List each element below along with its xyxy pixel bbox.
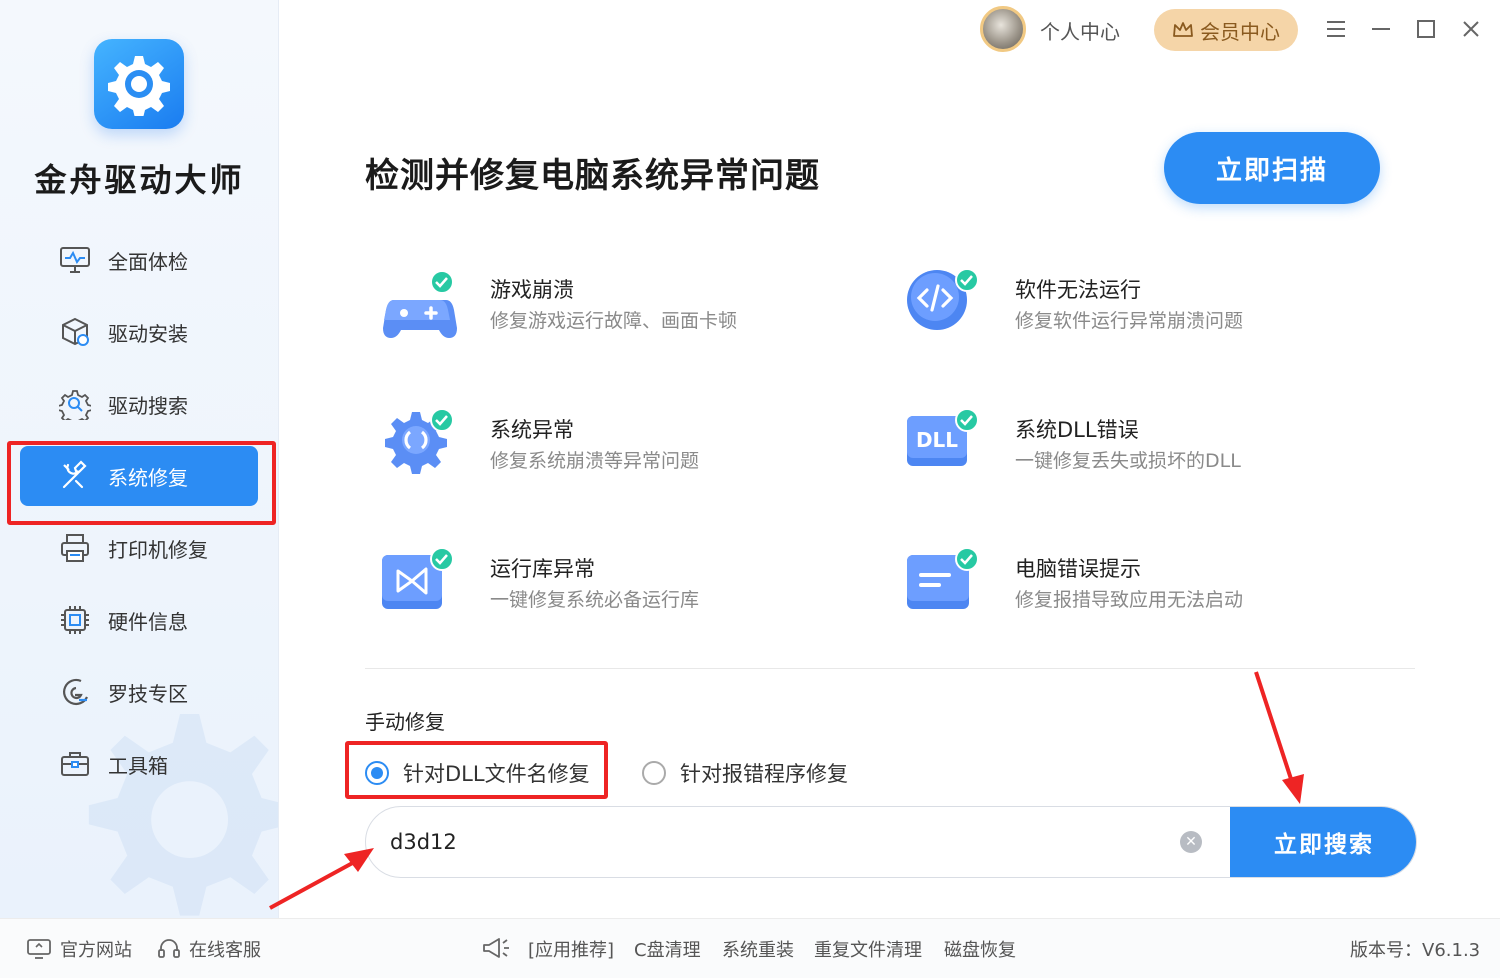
monitor-icon — [27, 939, 51, 959]
headset-icon — [158, 939, 180, 958]
sidebar-item-logitech[interactable]: 罗技专区 — [20, 662, 258, 722]
feature-title: 系统DLL错误 — [1015, 418, 1139, 442]
sidebar-item-label: 工具箱 — [108, 753, 168, 778]
dll-search-input[interactable] — [366, 807, 1230, 877]
sidebar-item-hardware-info[interactable]: 硬件信息 — [20, 590, 258, 650]
sidebar-item-label: 驱动搜索 — [108, 393, 188, 418]
online-support-label: 在线客服 — [189, 940, 261, 961]
annotation-arrow-to-search-button — [1254, 671, 1304, 804]
feature-desc: 一键修复系统必备运行库 — [490, 589, 700, 611]
error-message-icon — [907, 549, 979, 609]
sidebar-item-label: 驱动安装 — [108, 321, 188, 346]
crown-icon — [1173, 22, 1193, 37]
footer-link-c-drive-clean[interactable]: C盘清理 — [634, 936, 701, 962]
printer-icon — [58, 531, 92, 565]
gear-search-icon — [58, 387, 92, 421]
official-website-label: 官方网站 — [60, 940, 132, 961]
dll-search-box: ✕ 立即搜索 — [365, 806, 1417, 878]
avatar[interactable] — [980, 6, 1026, 52]
minimize-icon[interactable] — [1368, 16, 1394, 42]
chip-icon — [58, 603, 92, 637]
feature-dll-error[interactable]: DLL 系统DLL错误 一键修复丢失或损坏的DLL — [905, 410, 1385, 500]
sidebar-item-label: 硬件信息 — [108, 609, 188, 634]
sidebar-item-toolbox[interactable]: 工具箱 — [20, 734, 258, 794]
gear-logo-icon — [108, 56, 170, 116]
radio-label: 针对报错程序修复 — [680, 762, 848, 786]
feature-desc: 修复系统崩溃等异常问题 — [490, 450, 700, 472]
radio-dll-filename[interactable]: 针对DLL文件名修复 — [365, 758, 590, 788]
footer-link-duplicate-file-clean[interactable]: 重复文件清理 — [814, 936, 922, 962]
feature-title: 软件无法运行 — [1015, 278, 1141, 302]
clear-input-icon[interactable]: ✕ — [1180, 831, 1202, 853]
gamepad-icon — [383, 270, 457, 338]
feature-title: 游戏崩溃 — [490, 278, 574, 302]
sidebar: 金舟驱动大师 全面体检 驱动安装 驱动搜索 系统修复 打印机修复 硬件信息 罗技… — [0, 0, 279, 918]
divider — [365, 668, 1415, 669]
radio-label: 针对DLL文件名修复 — [403, 762, 590, 786]
feature-desc: 修复游戏运行故障、画面卡顿 — [490, 310, 738, 332]
sidebar-item-printer-repair[interactable]: 打印机修复 — [20, 518, 258, 578]
sidebar-item-label: 系统修复 — [108, 465, 188, 490]
vip-center-label: 会员中心 — [1200, 19, 1280, 44]
close-icon[interactable] — [1458, 16, 1484, 42]
radio-selected-indicator — [365, 761, 389, 785]
radio-unselected-indicator — [642, 761, 666, 785]
sidebar-item-label: 打印机修复 — [108, 537, 208, 562]
footer-link-system-reinstall[interactable]: 系统重装 — [722, 936, 794, 962]
feature-game-crash[interactable]: 游戏崩溃 修复游戏运行故障、画面卡顿 — [380, 270, 860, 360]
sidebar-item-system-repair[interactable]: 系统修复 — [20, 446, 258, 506]
feature-system-error[interactable]: 系统异常 修复系统崩溃等异常问题 — [380, 410, 860, 500]
personal-center-link[interactable]: 个人中心 — [1040, 16, 1120, 45]
toolbox-icon — [58, 747, 92, 781]
logitech-icon — [58, 675, 92, 709]
scan-now-button[interactable]: 立即扫描 — [1164, 132, 1380, 204]
search-now-button[interactable]: 立即搜索 — [1230, 807, 1416, 877]
sidebar-nav: 全面体检 驱动安装 驱动搜索 系统修复 打印机修复 硬件信息 罗技专区 工具箱 — [20, 230, 258, 806]
footer: 官方网站 在线客服 [应用推荐] C盘清理 系统重装 重复文件清理 磁盘恢复 版… — [0, 918, 1500, 978]
radio-error-program[interactable]: 针对报错程序修复 — [642, 758, 848, 788]
app-title: 金舟驱动大师 — [34, 161, 245, 199]
version-label: 版本号：V6.1.3 — [1350, 940, 1481, 961]
page-title: 检测并修复电脑系统异常问题 — [365, 156, 820, 196]
online-support-link[interactable]: 在线客服 — [157, 936, 261, 962]
package-gear-icon — [58, 315, 92, 349]
footer-link-disk-recovery[interactable]: 磁盘恢复 — [944, 936, 1016, 962]
menu-icon[interactable] — [1323, 16, 1349, 42]
feature-desc: 一键修复丢失或损坏的DLL — [1015, 450, 1241, 472]
sidebar-item-label: 全面体检 — [108, 249, 188, 274]
manual-repair-label: 手动修复 — [365, 710, 445, 734]
feature-desc: 修复软件运行异常崩溃问题 — [1015, 310, 1244, 332]
feature-desc: 修复报措导致应用无法启动 — [1015, 589, 1244, 611]
megaphone-icon — [480, 936, 512, 960]
sidebar-item-label: 罗技专区 — [108, 681, 188, 706]
feature-software-cannot-run[interactable]: 软件无法运行 修复软件运行异常崩溃问题 — [905, 270, 1385, 360]
sidebar-item-driver-search[interactable]: 驱动搜索 — [20, 374, 258, 434]
dll-icon: DLL — [907, 410, 979, 466]
feature-error-prompt[interactable]: 电脑错误提示 修复报措导致应用无法启动 — [905, 549, 1385, 639]
system-gear-icon — [385, 410, 454, 474]
official-website-link[interactable]: 官方网站 — [26, 936, 132, 962]
feature-title: 系统异常 — [490, 418, 574, 442]
svg-text:DLL: DLL — [916, 428, 958, 452]
code-icon — [907, 270, 979, 330]
maximize-icon[interactable] — [1413, 16, 1439, 42]
feature-title: 电脑错误提示 — [1015, 557, 1141, 581]
sidebar-item-driver-install[interactable]: 驱动安装 — [20, 302, 258, 362]
tools-icon — [58, 459, 92, 493]
vip-center-button[interactable]: 会员中心 — [1154, 9, 1298, 51]
feature-title: 运行库异常 — [490, 557, 595, 581]
app-recommend-link[interactable]: [应用推荐] — [528, 936, 614, 962]
feature-runtime-error[interactable]: 运行库异常 一键修复系统必备运行库 — [380, 549, 860, 639]
monitor-check-icon — [58, 243, 92, 277]
app-logo — [94, 39, 184, 129]
sidebar-item-full-check[interactable]: 全面体检 — [20, 230, 258, 290]
runtime-icon — [382, 549, 454, 609]
